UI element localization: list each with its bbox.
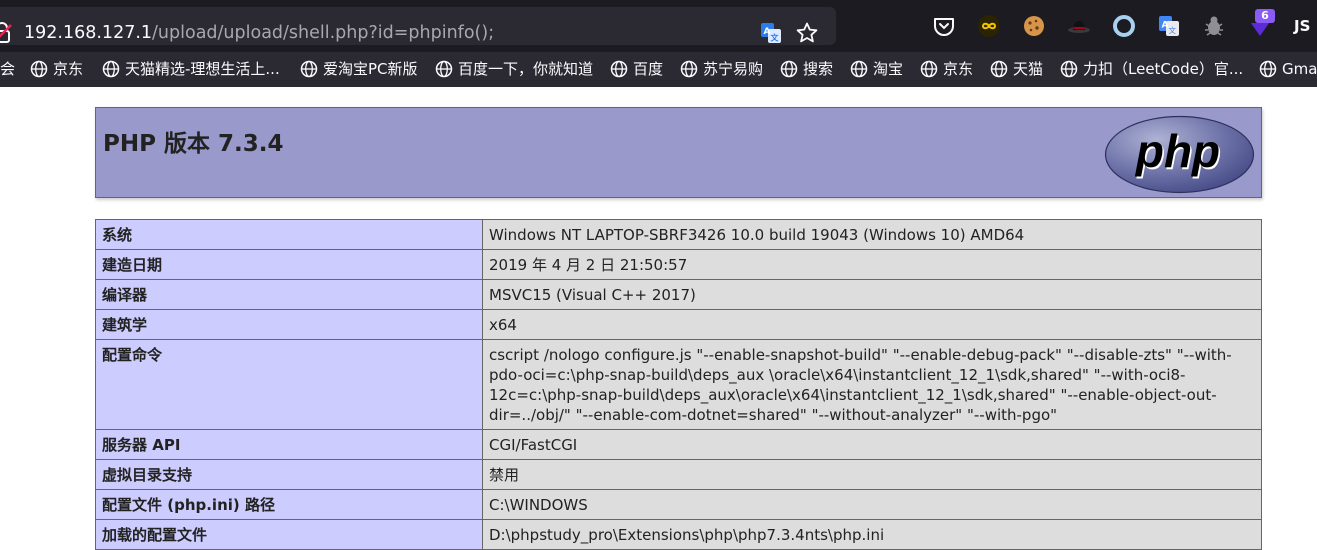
url-bar[interactable]: 192.168.127.1/upload/upload/shell.php?id… bbox=[0, 7, 836, 45]
bookmark-item[interactable]: 天猫精选-理想生活上... bbox=[102, 59, 280, 79]
page-title: PHP 版本 7.3.4 bbox=[103, 131, 284, 157]
bookmark-item[interactable]: 会 bbox=[0, 59, 15, 79]
bookmark-label: 京东 bbox=[53, 60, 84, 78]
bookmark-item[interactable]: Gma bbox=[1259, 59, 1317, 79]
table-row: 配置命令 cscript /nologo configure.js "--ena… bbox=[95, 339, 1262, 430]
globe-icon bbox=[1259, 60, 1277, 78]
info-value: 禁用 bbox=[482, 459, 1262, 490]
bookmark-label: 力扣（LeetCode）官... bbox=[1083, 60, 1244, 78]
table-row: 加载的配置文件 D:\phpstudy_pro\Extensions\php\p… bbox=[95, 519, 1262, 550]
svg-text:A: A bbox=[764, 27, 771, 37]
page-content: PHP 版本 7.3.4 php php 系统 Windows NT LAPTO… bbox=[0, 87, 1317, 550]
js-extension-label[interactable]: JS bbox=[1294, 15, 1310, 37]
pocket-icon[interactable] bbox=[932, 14, 956, 38]
svg-text:文: 文 bbox=[1169, 25, 1177, 35]
info-key: 配置命令 bbox=[95, 339, 483, 430]
info-value: 2019 年 4 月 2 日 21:50:57 bbox=[482, 249, 1262, 280]
bookmark-item[interactable]: 天猫 bbox=[990, 59, 1043, 79]
bookmark-label: 天猫 bbox=[1013, 60, 1044, 78]
bug-extension-icon[interactable] bbox=[1202, 14, 1226, 38]
bookmark-label: 搜索 bbox=[803, 60, 834, 78]
info-key: 配置文件 (php.ini) 路径 bbox=[95, 489, 483, 520]
insecure-lock-icon[interactable] bbox=[0, 22, 12, 44]
bookmark-item[interactable]: 百度 bbox=[610, 59, 663, 79]
globe-icon bbox=[610, 60, 628, 78]
globe-icon bbox=[920, 60, 938, 78]
bookmark-item[interactable]: 京东 bbox=[920, 59, 973, 79]
bookmark-label: 会 bbox=[0, 60, 16, 78]
table-row: 系统 Windows NT LAPTOP-SBRF3426 10.0 build… bbox=[95, 219, 1262, 250]
hat-extension-icon[interactable] bbox=[1067, 14, 1091, 38]
bookmark-item[interactable]: 京东 bbox=[30, 59, 83, 79]
bookmark-label: 天猫精选-理想生活上... bbox=[125, 60, 280, 78]
globe-icon bbox=[990, 60, 1008, 78]
table-row: 服务器 API CGI/FastCGI bbox=[95, 429, 1262, 460]
url-text[interactable]: 192.168.127.1/upload/upload/shell.php?id… bbox=[24, 21, 494, 45]
info-key: 系统 bbox=[95, 219, 483, 250]
extension-count-badge: 6 bbox=[1255, 9, 1275, 23]
info-value: D:\phpstudy_pro\Extensions\php\php7.3.4n… bbox=[482, 519, 1262, 550]
url-host: 192.168.127.1 bbox=[24, 23, 153, 43]
table-row: 建造日期 2019 年 4 月 2 日 21:50:57 bbox=[95, 249, 1262, 280]
info-value: cscript /nologo configure.js "--enable-s… bbox=[482, 339, 1262, 430]
info-value: x64 bbox=[482, 309, 1262, 340]
bookmark-star-icon[interactable] bbox=[795, 21, 819, 45]
bookmarks-toolbar: 会 京东 天猫精选-理想生活上... 爱淘宝PC新版 百度一下，你就知道 百度 … bbox=[0, 52, 1317, 87]
ring-extension-icon[interactable] bbox=[1112, 14, 1136, 38]
google-translate-icon[interactable]: A 文 bbox=[1157, 14, 1181, 38]
globe-icon bbox=[300, 60, 318, 78]
php-logo[interactable]: php php bbox=[1104, 115, 1255, 194]
info-value: Windows NT LAPTOP-SBRF3426 10.0 build 19… bbox=[482, 219, 1262, 250]
globe-icon bbox=[30, 60, 48, 78]
bookmark-label: 百度一下，你就知道 bbox=[458, 60, 594, 78]
bookmark-item[interactable]: 淘宝 bbox=[850, 59, 903, 79]
info-key: 加载的配置文件 bbox=[95, 519, 483, 550]
table-row: 配置文件 (php.ini) 路径 C:\WINDOWS bbox=[95, 489, 1262, 520]
info-value: C:\WINDOWS bbox=[482, 489, 1262, 520]
info-key: 编译器 bbox=[95, 279, 483, 310]
globe-icon bbox=[102, 60, 120, 78]
globe-icon bbox=[680, 60, 698, 78]
php-logo-text: php bbox=[1134, 125, 1220, 177]
url-path: /upload/upload/shell.php?id=phpinfo(); bbox=[152, 23, 495, 43]
phpinfo-header: PHP 版本 7.3.4 php php bbox=[95, 107, 1262, 198]
globe-icon bbox=[1060, 60, 1078, 78]
bookmark-label: Gma bbox=[1282, 60, 1317, 78]
info-key: 服务器 API bbox=[95, 429, 483, 460]
svg-text:A: A bbox=[1162, 21, 1169, 31]
bookmark-item[interactable]: 力扣（LeetCode）官... bbox=[1060, 59, 1243, 79]
bookmark-item[interactable]: 爱淘宝PC新版 bbox=[300, 59, 418, 79]
cookie-icon[interactable] bbox=[1022, 14, 1046, 38]
bookmark-item[interactable]: 搜索 bbox=[780, 59, 833, 79]
info-key: 虚拟目录支持 bbox=[95, 459, 483, 490]
svg-text:文: 文 bbox=[771, 33, 780, 43]
table-row: 编译器 MSVC15 (Visual C++ 2017) bbox=[95, 279, 1262, 310]
infinity-extension-icon[interactable] bbox=[977, 14, 1001, 38]
bookmark-item[interactable]: 百度一下，你就知道 bbox=[435, 59, 593, 79]
translate-icon[interactable]: A 文 bbox=[759, 21, 783, 45]
info-value: CGI/FastCGI bbox=[482, 429, 1262, 460]
globe-icon bbox=[780, 60, 798, 78]
bookmark-label: 百度 bbox=[633, 60, 664, 78]
bookmark-label: 爱淘宝PC新版 bbox=[323, 60, 418, 78]
phpinfo-table: 系统 Windows NT LAPTOP-SBRF3426 10.0 build… bbox=[95, 219, 1262, 550]
bookmark-label: 淘宝 bbox=[873, 60, 904, 78]
table-row: 建筑学 x64 bbox=[95, 309, 1262, 340]
bookmark-item[interactable]: 苏宁易购 bbox=[680, 59, 763, 79]
info-key: 建造日期 bbox=[95, 249, 483, 280]
browser-toolbar: 192.168.127.1/upload/upload/shell.php?id… bbox=[0, 0, 1317, 52]
info-key: 建筑学 bbox=[95, 309, 483, 340]
bookmark-label: 苏宁易购 bbox=[703, 60, 764, 78]
bookmark-label: 京东 bbox=[943, 60, 974, 78]
globe-icon bbox=[850, 60, 868, 78]
info-value: MSVC15 (Visual C++ 2017) bbox=[482, 279, 1262, 310]
table-row: 虚拟目录支持 禁用 bbox=[95, 459, 1262, 490]
globe-icon bbox=[435, 60, 453, 78]
